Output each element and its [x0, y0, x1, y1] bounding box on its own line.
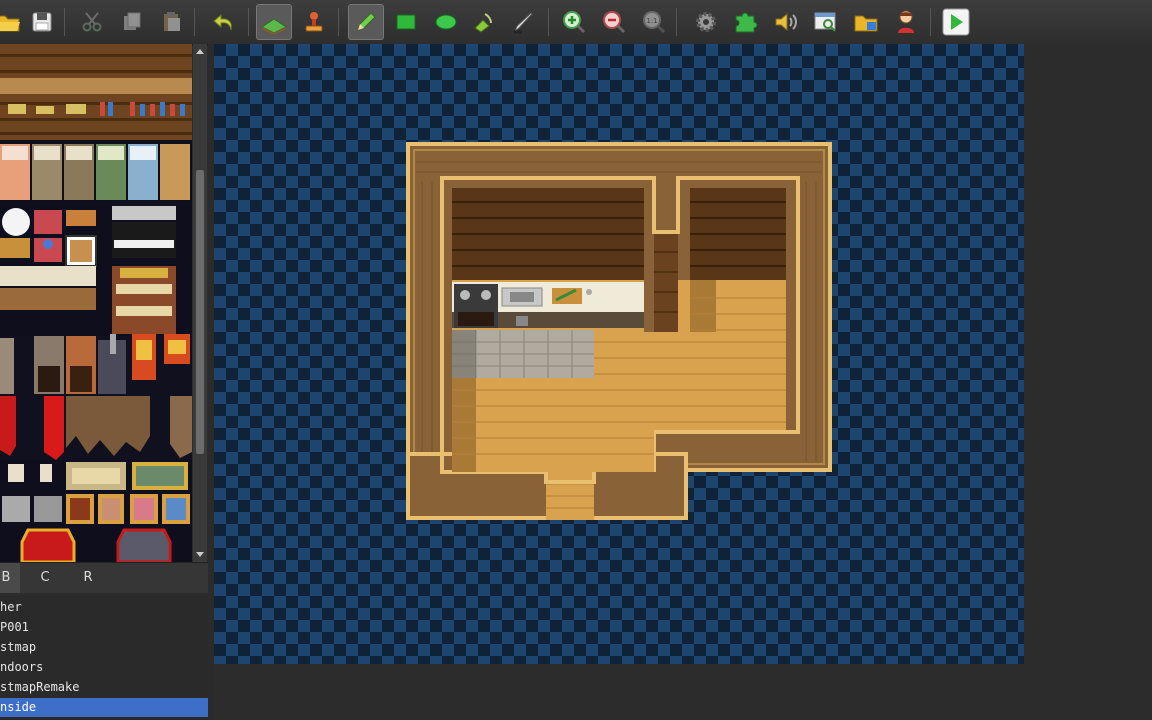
fill-icon	[474, 13, 492, 33]
scroll-down-arrow-icon[interactable]	[193, 550, 207, 560]
zoom-in-button[interactable]	[556, 4, 592, 40]
rectangle-icon	[396, 14, 416, 30]
undo-button[interactable]	[206, 4, 242, 40]
main-toolbar: 1:1	[0, 0, 1152, 45]
zoom-out-icon	[603, 11, 626, 34]
undo-icon	[213, 13, 232, 31]
character-generator-button[interactable]	[888, 4, 924, 40]
folder-open-icon	[0, 15, 20, 32]
map-item[interactable]: ndoors	[0, 658, 208, 677]
tileset-tabs: B C R	[0, 562, 208, 593]
copy-button[interactable]	[114, 4, 150, 40]
speaker-icon	[775, 12, 797, 32]
character-icon	[898, 10, 914, 33]
zoom-actual-label: 1:1	[646, 17, 657, 25]
tileset-scrollbar[interactable]	[193, 44, 207, 562]
search-window-icon	[814, 12, 836, 32]
event-searcher-button[interactable]	[808, 4, 844, 40]
tileset-tiles[interactable]	[0, 44, 192, 562]
ellipse-icon	[435, 14, 457, 30]
folder-resource-icon	[854, 15, 878, 32]
map-item[interactable]: P001	[0, 618, 208, 637]
tab-r[interactable]: R	[68, 563, 108, 593]
paste-icon	[164, 12, 180, 31]
zoom-in-icon	[563, 11, 586, 34]
scissors-icon	[82, 12, 102, 32]
cut-button[interactable]	[74, 4, 110, 40]
tab-b[interactable]: B	[0, 563, 26, 593]
flood-fill-tool-button[interactable]	[466, 4, 502, 40]
rectangle-tool-button[interactable]	[388, 4, 424, 40]
paste-button[interactable]	[154, 4, 190, 40]
shadow-pen-tool-button[interactable]	[506, 4, 542, 40]
puzzle-icon	[735, 12, 758, 33]
open-project-button[interactable]	[0, 4, 26, 40]
map-item[interactable]: her	[0, 598, 208, 617]
scrollbar-thumb[interactable]	[196, 170, 204, 454]
shadow-pen-icon	[513, 12, 533, 34]
plugin-manager-button[interactable]	[728, 4, 764, 40]
copy-icon	[124, 12, 141, 30]
resource-manager-button[interactable]	[848, 4, 884, 40]
map-icon	[261, 18, 287, 34]
map-item[interactable]: stmap	[0, 638, 208, 657]
sound-test-button[interactable]	[768, 4, 804, 40]
stamp-icon	[305, 12, 323, 32]
event-mode-button[interactable]	[296, 4, 332, 40]
save-project-button[interactable]	[24, 4, 60, 40]
map-editor-canvas[interactable]	[214, 44, 1152, 720]
ellipse-tool-button[interactable]	[428, 4, 464, 40]
database-button[interactable]	[688, 4, 724, 40]
playtest-button[interactable]	[938, 4, 974, 40]
save-icon	[32, 12, 52, 32]
house-map-tiles[interactable]	[406, 142, 832, 520]
zoom-actual-icon: 1:1	[643, 11, 666, 34]
map-item[interactable]: stmapRemake	[0, 678, 208, 697]
zoom-out-button[interactable]	[596, 4, 632, 40]
pencil-icon	[357, 12, 376, 31]
pencil-tool-button[interactable]	[348, 4, 384, 40]
scroll-up-arrow-icon[interactable]	[193, 46, 207, 56]
zoom-actual-button[interactable]: 1:1	[636, 4, 672, 40]
map-item-selected[interactable]: nside	[0, 698, 208, 717]
gear-icon	[696, 12, 716, 32]
tileset-palette[interactable]	[0, 44, 192, 562]
play-icon	[942, 8, 970, 36]
map-mode-button[interactable]	[256, 4, 292, 40]
map-tree: her P001 stmap ndoors stmapRemake nside	[0, 596, 208, 720]
tab-c[interactable]: C	[25, 563, 65, 593]
